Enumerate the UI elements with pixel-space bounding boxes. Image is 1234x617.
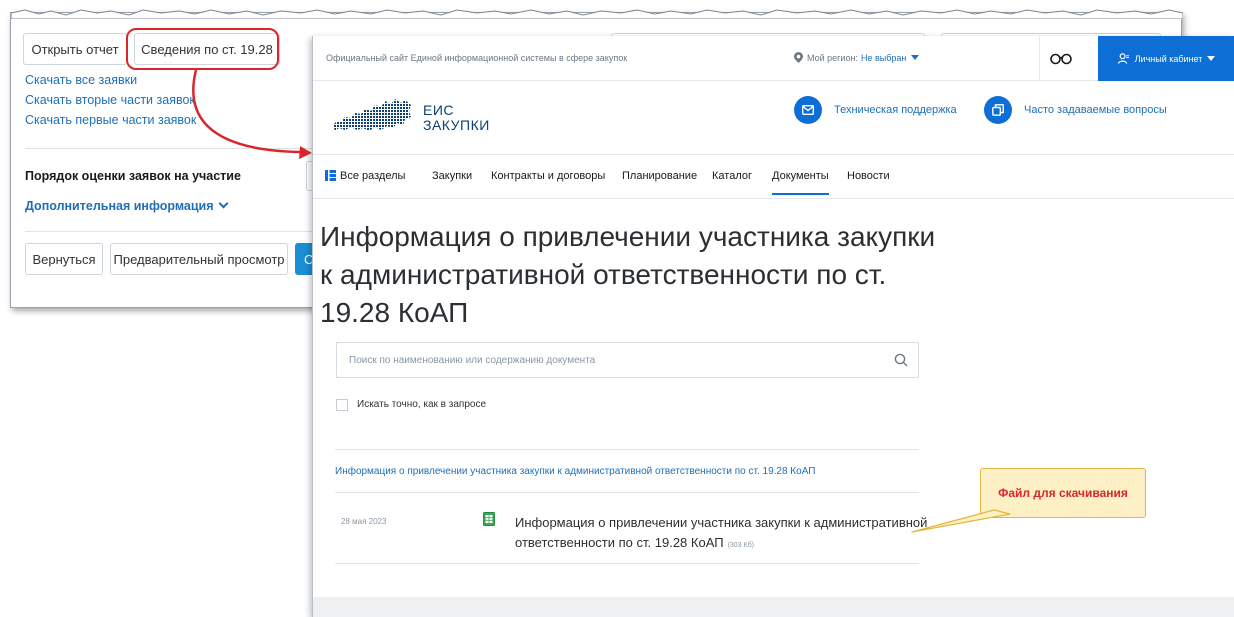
exact-search-checkbox[interactable] [336,399,348,411]
nav-news[interactable]: Новости [847,170,890,182]
divider [335,492,919,493]
eis-page: Официальный сайт Единой информационной с… [312,36,1234,617]
tech-support-link[interactable]: Техническая поддержка [834,104,957,116]
divider [25,148,315,149]
cabinet-label: Личный кабинет [1134,53,1203,64]
document-download-link[interactable]: Информация о привлечении участника закуп… [515,513,935,556]
faq-link[interactable]: Часто задаваемые вопросы [1024,104,1167,116]
copy-icon[interactable] [984,96,1012,124]
nav-planning[interactable]: Планирование [622,170,697,182]
footer-band [313,597,1234,617]
eis-logo-text[interactable]: ЕИС ЗАКУПКИ [423,103,490,133]
caret-down-icon [1207,56,1216,61]
glasses-icon [1050,53,1072,65]
preview-button[interactable]: Предварительный просмотр [110,243,288,275]
highlight-ring [126,28,279,70]
caret-down-icon [911,55,920,60]
russia-map-logo-icon[interactable] [331,95,413,135]
search-icon[interactable] [894,353,908,367]
nav-contracts[interactable]: Контракты и договоры [491,170,605,182]
nav-catalog[interactable]: Каталог [712,170,752,182]
grid-menu-icon [325,170,336,181]
search-input[interactable] [337,343,877,377]
region-value: Не выбран [860,52,907,63]
nav-documents[interactable]: Документы [772,170,829,195]
search-box [336,342,919,378]
site-description: Официальный сайт Единой информационной с… [326,53,628,63]
divider [25,231,315,232]
personal-cabinet-button[interactable]: Личный кабинет [1098,36,1234,81]
section-link[interactable]: Информация о привлечении участника закуп… [335,466,815,477]
download-file-callout: Файл для скачивания [980,468,1146,518]
additional-info-label: Дополнительная информация [25,199,214,213]
logo-line-1: ЕИС [423,102,455,118]
eis-brand-bar: ЕИС ЗАКУПКИ Техническая поддержка Часто … [313,81,1234,155]
exact-search-label: Искать точно, как в запросе [357,399,486,410]
divider [335,563,919,564]
logo-line-2: ЗАКУПКИ [423,117,490,133]
user-icon [1117,53,1129,64]
nav-all-sections[interactable]: Все разделы [340,170,405,182]
nav-purchases[interactable]: Закупки [432,170,472,182]
back-button[interactable]: Вернуться [25,243,103,275]
eis-topbar: Официальный сайт Единой информационной с… [313,36,1234,81]
document-size: (303 Кб) [727,542,754,549]
download-second-parts-link[interactable]: Скачать вторые части заявок [25,93,195,107]
open-report-button[interactable]: Открыть отчет [23,33,127,65]
spreadsheet-file-icon[interactable] [483,512,495,526]
main-nav: Все разделы Закупки Контракты и договоры… [313,155,1234,199]
region-label: Мой регион: [807,52,858,63]
region-selector[interactable]: Мой регион: Не выбран [794,52,920,63]
document-title: Информация о привлечении участника закуп… [515,515,928,550]
chevron-down-icon [218,198,228,209]
mail-icon[interactable] [794,96,822,124]
additional-info-toggle[interactable]: Дополнительная информация [25,198,228,213]
divider [335,449,919,450]
page-title: Информация о привлечении участника закуп… [320,221,936,328]
evaluation-order-label: Порядок оценки заявок на участие [25,169,241,183]
document-date: 28 мая 2023 [341,517,387,526]
topbar-divider [1039,36,1040,81]
map-pin-icon [794,52,803,63]
download-first-parts-link[interactable]: Скачать первые части заявок [25,113,196,127]
torn-edge [11,9,1183,19]
download-all-link[interactable]: Скачать все заявки [25,73,137,87]
accessibility-button[interactable] [1041,44,1081,74]
